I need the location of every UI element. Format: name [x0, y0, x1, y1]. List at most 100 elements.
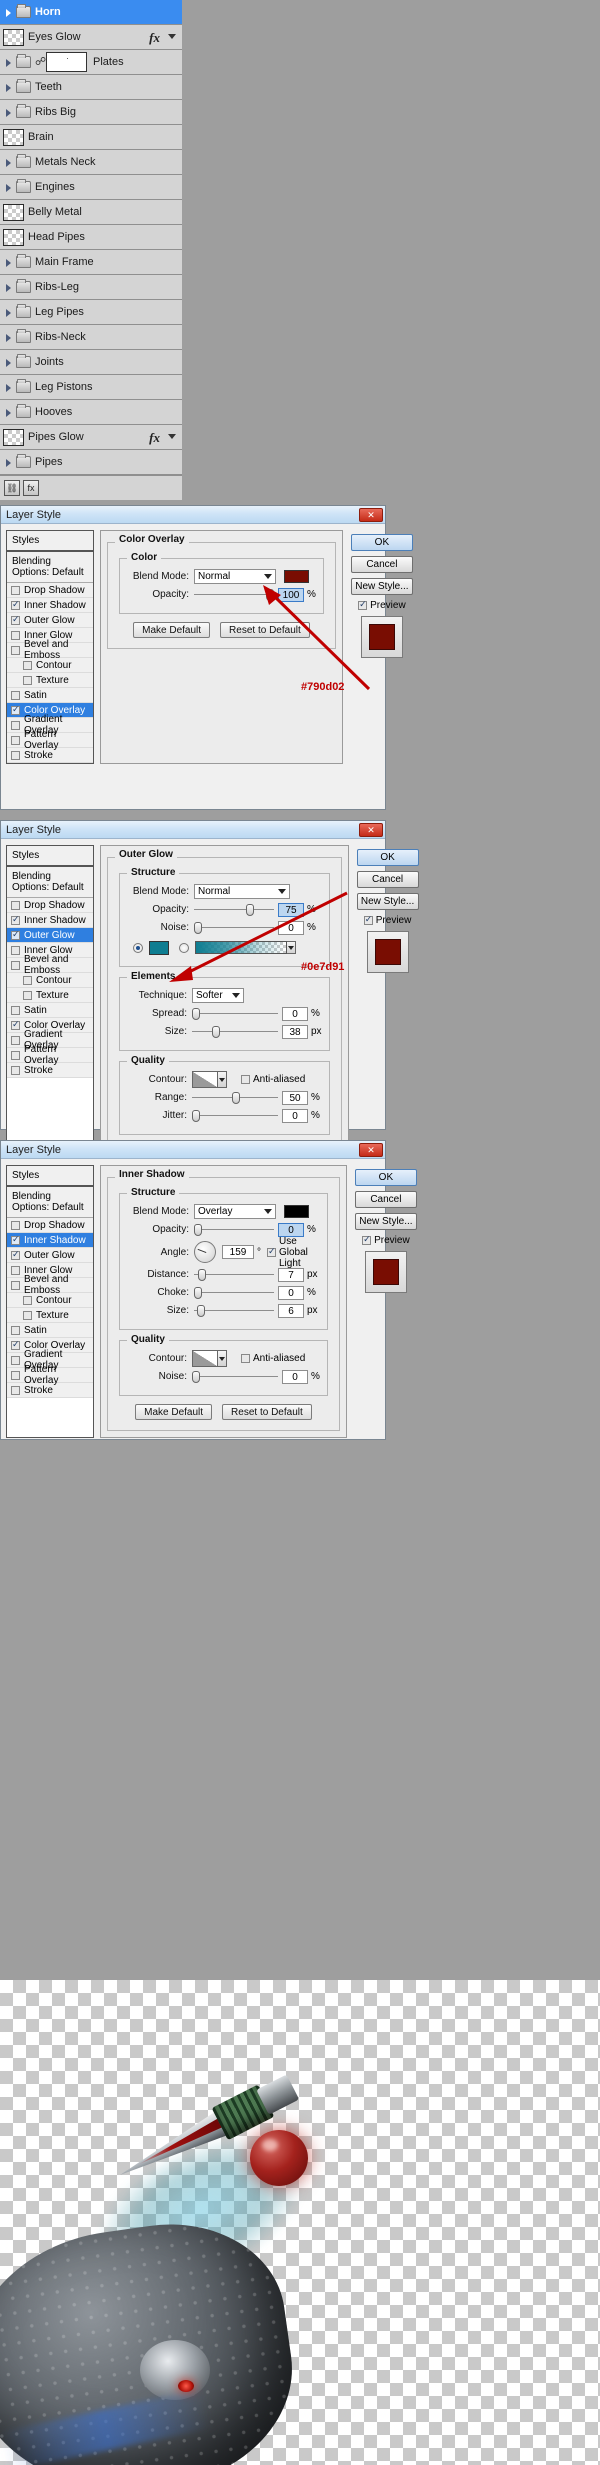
chevron-down-icon[interactable]: [168, 34, 176, 39]
style-enable-checkbox[interactable]: [11, 614, 20, 625]
layers-list[interactable]: Horn Eyes Glow fx ☍ Plates Teeth Ribs Big Brain…: [0, 0, 182, 500]
style-enable-checkbox[interactable]: [11, 900, 20, 910]
style-enable-checkbox[interactable]: [11, 945, 20, 955]
disclosure-triangle-icon[interactable]: [3, 182, 14, 193]
choke-slider-knob[interactable]: [194, 1287, 202, 1299]
style-enable-checkbox[interactable]: [11, 1234, 20, 1245]
contour-dropdown-icon[interactable]: [218, 1071, 227, 1088]
style-enable-checkbox[interactable]: [11, 1325, 20, 1335]
spread-input[interactable]: 0: [282, 1006, 308, 1021]
disclosure-triangle-icon[interactable]: [3, 307, 14, 318]
cancel-button[interactable]: Cancel: [356, 871, 419, 888]
size-slider-knob[interactable]: [197, 1305, 205, 1317]
layer-row[interactable]: Ribs Big: [0, 100, 182, 125]
jitter-input[interactable]: 0: [282, 1108, 308, 1123]
noise-slider[interactable]: [192, 1371, 278, 1383]
jitter-slider-knob[interactable]: [192, 1110, 200, 1122]
style-enable-checkbox[interactable]: [11, 1249, 20, 1260]
disclosure-triangle-icon[interactable]: [3, 157, 14, 168]
style-item-inner-shadow[interactable]: Inner Shadow: [7, 1233, 93, 1248]
preview-checkbox[interactable]: [363, 914, 373, 925]
dialog-titlebar[interactable]: Layer Style ✕: [1, 1141, 385, 1159]
add-style-icon[interactable]: fx: [23, 480, 39, 496]
style-item-pattern-overlay[interactable]: Pattern Overlay: [7, 1044, 93, 1066]
mask-link-icon[interactable]: ☍: [35, 55, 46, 69]
layer-row[interactable]: Belly Metal: [0, 200, 182, 225]
make-default-button[interactable]: Make Default: [135, 1404, 213, 1420]
style-item-pattern-overlay[interactable]: Pattern Overlay: [7, 1364, 93, 1386]
opacity-slider-knob[interactable]: [194, 1224, 202, 1236]
disclosure-triangle-icon[interactable]: [3, 7, 14, 18]
style-enable-checkbox[interactable]: [11, 929, 20, 940]
blend-mode-select[interactable]: Overlay: [194, 1204, 276, 1219]
ok-button[interactable]: OK: [356, 849, 419, 866]
distance-input[interactable]: 7: [278, 1267, 304, 1282]
style-item-drop-shadow[interactable]: Drop Shadow: [7, 583, 93, 598]
layer-row[interactable]: Pipes: [0, 450, 182, 475]
size-slider-knob[interactable]: [212, 1026, 220, 1038]
dialog-titlebar[interactable]: Layer Style ✕: [1, 506, 385, 524]
style-item-satin[interactable]: Satin: [7, 688, 93, 703]
disclosure-triangle-icon[interactable]: [3, 57, 14, 68]
layer-mask-thumbnail[interactable]: [46, 52, 87, 72]
preview-checkbox[interactable]: [362, 1234, 372, 1245]
style-enable-checkbox[interactable]: [23, 660, 32, 670]
layer-style-dialog-inner-shadow[interactable]: Layer Style ✕ Styles Blending Options: D…: [0, 1140, 417, 1440]
style-enable-checkbox[interactable]: [11, 735, 20, 745]
layer-style-dialog-outer-glow[interactable]: Layer Style ✕ Styles Blending Options: D…: [0, 820, 419, 1177]
style-enable-checkbox[interactable]: [11, 914, 20, 925]
style-item-texture[interactable]: Texture: [7, 1308, 93, 1323]
style-item-outer-glow[interactable]: Outer Glow: [7, 928, 93, 943]
layers-panel-toolbar[interactable]: ⛓ fx: [0, 475, 182, 500]
distance-slider[interactable]: [194, 1269, 274, 1281]
fx-icon[interactable]: fx: [149, 30, 160, 46]
style-item-inner-shadow[interactable]: Inner Shadow: [7, 913, 93, 928]
disclosure-triangle-icon[interactable]: [3, 407, 14, 418]
glow-color-radio[interactable]: [133, 942, 143, 953]
disclosure-triangle-icon[interactable]: [3, 457, 14, 468]
layer-thumbnail[interactable]: [3, 428, 24, 446]
close-icon[interactable]: ✕: [359, 823, 383, 837]
style-enable-checkbox[interactable]: [23, 975, 32, 985]
disclosure-triangle-icon[interactable]: [3, 282, 14, 293]
style-enable-checkbox[interactable]: [11, 630, 20, 640]
link-layers-icon[interactable]: ⛓: [4, 480, 20, 496]
style-enable-checkbox[interactable]: [11, 1370, 20, 1380]
layer-row[interactable]: Metals Neck: [0, 150, 182, 175]
style-enable-checkbox[interactable]: [23, 1310, 32, 1320]
cancel-button[interactable]: Cancel: [350, 556, 413, 573]
style-item-bevel-and-emboss[interactable]: Bevel and Emboss: [7, 954, 93, 976]
fx-icon[interactable]: fx: [149, 430, 160, 446]
range-slider-knob[interactable]: [232, 1092, 240, 1104]
style-enable-checkbox[interactable]: [11, 1019, 20, 1030]
size-input[interactable]: 6: [278, 1303, 304, 1318]
layer-thumbnail[interactable]: [3, 228, 24, 246]
style-item-bevel-and-emboss[interactable]: Bevel and Emboss: [7, 1274, 93, 1296]
style-enable-checkbox[interactable]: [11, 750, 20, 760]
layer-row[interactable]: Horn: [0, 0, 182, 25]
style-enable-checkbox[interactable]: [11, 1050, 20, 1060]
style-item-texture[interactable]: Texture: [7, 988, 93, 1003]
shadow-color-swatch[interactable]: [284, 1205, 309, 1218]
close-icon[interactable]: ✕: [359, 1143, 383, 1157]
use-global-light-toggle[interactable]: Use Global Light: [267, 1236, 320, 1269]
style-enable-checkbox[interactable]: [11, 1220, 20, 1230]
style-item-texture[interactable]: Texture: [7, 673, 93, 688]
styles-list-color-overlay[interactable]: Styles Blending Options: Default Drop Sh…: [6, 530, 94, 764]
style-enable-checkbox[interactable]: [11, 1035, 20, 1045]
styles-list-inner-shadow[interactable]: Styles Blending Options: Default Drop Sh…: [6, 1165, 94, 1438]
cancel-button[interactable]: Cancel: [354, 1191, 417, 1208]
style-enable-checkbox[interactable]: [11, 585, 20, 595]
style-enable-checkbox[interactable]: [11, 599, 20, 610]
blending-options-item[interactable]: Blending Options: Default: [7, 867, 93, 898]
layer-row[interactable]: Hooves: [0, 400, 182, 425]
reset-to-default-button[interactable]: Reset to Default: [222, 1404, 312, 1420]
layer-row[interactable]: Head Pipes: [0, 225, 182, 250]
style-items-container[interactable]: Drop ShadowInner ShadowOuter GlowInner G…: [7, 898, 93, 1078]
contour-preset[interactable]: [192, 1071, 218, 1088]
anti-aliased-checkbox[interactable]: [241, 1075, 250, 1084]
opacity-input[interactable]: 0: [278, 1222, 304, 1237]
layer-style-dialog-color-overlay[interactable]: Layer Style ✕ Styles Blending Options: D…: [0, 505, 413, 810]
new-style-button[interactable]: New Style...: [354, 1213, 417, 1230]
style-items-container[interactable]: Drop ShadowInner ShadowOuter GlowInner G…: [7, 583, 93, 763]
